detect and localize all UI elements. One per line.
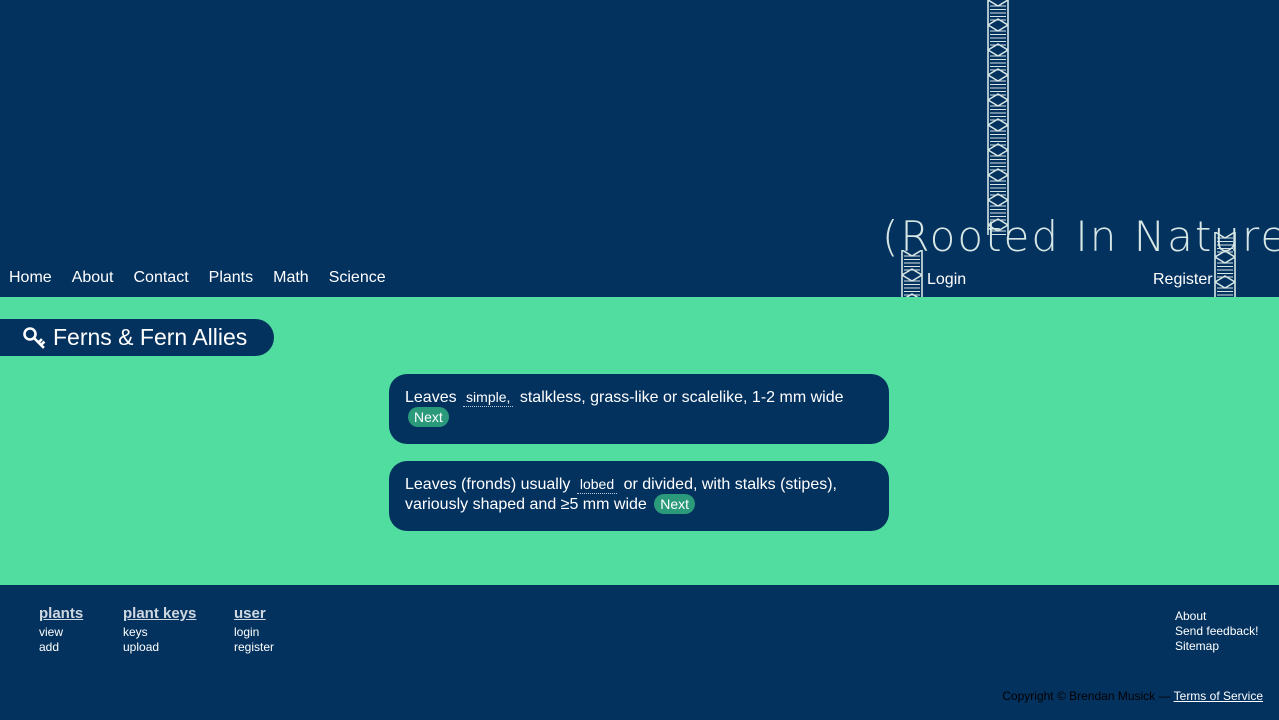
section-heading: Ferns & Fern Allies — [0, 319, 274, 356]
nav-about[interactable]: About — [63, 266, 123, 288]
footer-upload[interactable]: upload — [123, 640, 196, 655]
choice-text: Leaves (fronds) usually — [405, 476, 571, 493]
nav-math[interactable]: Math — [264, 266, 318, 288]
next-button[interactable]: Next — [654, 494, 696, 514]
logo-text: (Rooted In Nature) — [882, 212, 1279, 261]
nav-home[interactable]: Home — [0, 266, 61, 288]
main-content: Ferns & Fern Allies Leaves simple, stalk… — [0, 297, 1279, 585]
footer-plants-heading[interactable]: plants — [39, 605, 83, 622]
section-title: Ferns & Fern Allies — [53, 324, 248, 350]
nav-plants[interactable]: Plants — [200, 266, 262, 288]
footer-plant-keys-column: plant keys keys upload — [123, 605, 196, 655]
main-nav: Home About Contact Plants Math Science — [0, 266, 395, 288]
glossary-term[interactable]: lobed — [576, 476, 618, 494]
footer-send-feedback[interactable]: Send feedback! — [1175, 624, 1258, 639]
login-link[interactable]: Login — [927, 270, 966, 290]
footer-user-column: user login register — [234, 605, 274, 655]
site-footer: plants view add plant keys keys upload u… — [0, 585, 1279, 720]
nav-contact[interactable]: Contact — [125, 266, 198, 288]
site-logo[interactable]: (Rooted In Nature)2 — [882, 212, 1279, 262]
glossary-term[interactable]: simple, — [463, 389, 514, 407]
key-icon — [23, 326, 46, 349]
copyright: Copyright © Brendan Musick — Terms of Se… — [1002, 688, 1263, 704]
footer-plants-view[interactable]: view — [39, 625, 83, 640]
footer-login[interactable]: login — [234, 625, 274, 640]
site-header: Home About Contact Plants Math Science (… — [0, 0, 1279, 297]
footer-about[interactable]: About — [1175, 609, 1258, 624]
next-button[interactable]: Next — [408, 407, 449, 427]
dna-strand-decoration — [987, 0, 1009, 235]
footer-plants-add[interactable]: add — [39, 640, 83, 655]
copyright-text: Copyright © Brendan Musick — — [1002, 689, 1171, 703]
choice-text: Leaves — [405, 389, 457, 406]
footer-keys[interactable]: keys — [123, 625, 196, 640]
footer-right-links: About Send feedback! Sitemap — [1175, 609, 1258, 654]
footer-sitemap[interactable]: Sitemap — [1175, 639, 1258, 654]
register-link[interactable]: Register — [1153, 270, 1213, 290]
footer-register[interactable]: register — [234, 640, 274, 655]
key-choice-card: Leaves (fronds) usually lobed or divided… — [389, 461, 889, 531]
terms-of-service-link[interactable]: Terms of Service — [1174, 689, 1263, 703]
key-choice-card: Leaves simple, stalkless, grass-like or … — [389, 374, 889, 444]
footer-user-heading[interactable]: user — [234, 605, 274, 622]
footer-plant-keys-heading[interactable]: plant keys — [123, 605, 196, 622]
choice-text: stalkless, grass-like or scalelike, 1-2 … — [519, 389, 844, 406]
footer-plants-column: plants view add — [39, 605, 83, 655]
nav-science[interactable]: Science — [320, 266, 395, 288]
